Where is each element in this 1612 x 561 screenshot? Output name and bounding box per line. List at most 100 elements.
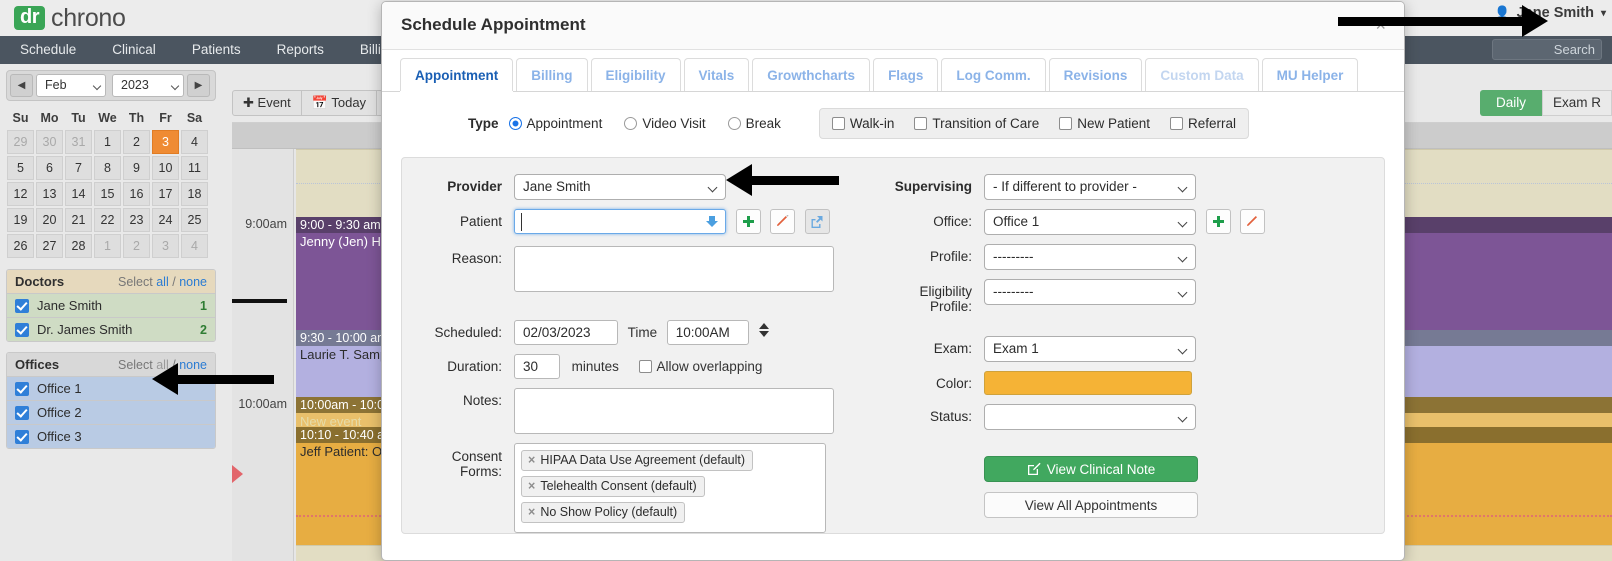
offices-select-all[interactable]: all: [156, 358, 169, 372]
offices-select-none[interactable]: none: [179, 358, 207, 372]
mini-calendar-day[interactable]: 31: [65, 130, 92, 154]
office-row[interactable]: Office 2: [7, 400, 215, 424]
nav-item-schedule[interactable]: Schedule: [0, 36, 94, 64]
checkbox-walk-in[interactable]: Walk-in: [831, 116, 894, 131]
mini-calendar-day[interactable]: 4: [181, 234, 208, 258]
add-office-button[interactable]: [1205, 209, 1231, 234]
profile-select[interactable]: ---------: [984, 244, 1196, 270]
mini-calendar-day[interactable]: 12: [7, 182, 34, 206]
mini-calendar-day[interactable]: 21: [65, 208, 92, 232]
mini-calendar-day[interactable]: 7: [65, 156, 92, 180]
checkbox-icon[interactable]: [15, 405, 29, 420]
consent-forms-tagbox[interactable]: × HIPAA Data Use Agreement (default) × Tele…: [514, 443, 826, 533]
mini-calendar-day[interactable]: 25: [181, 208, 208, 232]
checkbox-new-patient[interactable]: New Patient: [1059, 116, 1150, 131]
mini-calendar-day[interactable]: 22: [94, 208, 121, 232]
doctor-row[interactable]: Dr. James Smith 2: [7, 317, 215, 341]
consent-form-tag[interactable]: × Telehealth Consent (default): [521, 476, 705, 497]
patient-input[interactable]: [514, 209, 726, 234]
tab-revisions[interactable]: Revisions: [1048, 58, 1143, 91]
office-row[interactable]: Office 3: [7, 424, 215, 448]
mini-calendar-day[interactable]: 29: [7, 130, 34, 154]
mini-calendar-day[interactable]: 9: [123, 156, 150, 180]
close-icon[interactable]: ×: [1375, 16, 1386, 34]
drchrono-logo[interactable]: dr chrono: [14, 4, 126, 33]
mini-calendar-day[interactable]: 1: [94, 234, 121, 258]
mini-calendar-day[interactable]: 16: [123, 182, 150, 206]
add-patient-button[interactable]: [735, 209, 761, 234]
mini-calendar-day[interactable]: 5: [7, 156, 34, 180]
mini-calendar-day[interactable]: 20: [36, 208, 63, 232]
mini-calendar-day[interactable]: 23: [123, 208, 150, 232]
view-all-appointments-button[interactable]: View All Appointments: [984, 492, 1198, 518]
eligibility-profile-select[interactable]: ---------: [984, 279, 1196, 305]
remove-tag-icon[interactable]: ×: [528, 479, 535, 493]
nav-item-clinical[interactable]: Clinical: [94, 36, 174, 64]
remove-tag-icon[interactable]: ×: [528, 453, 535, 467]
tab-mu-helper[interactable]: MU Helper: [1261, 58, 1359, 91]
mini-calendar-day[interactable]: 2: [123, 130, 150, 154]
mini-calendar-day-selected[interactable]: 3: [152, 130, 179, 154]
provider-select[interactable]: Jane Smith: [514, 174, 726, 200]
doctors-select-all[interactable]: all: [156, 275, 169, 289]
duration-input[interactable]: 30: [514, 354, 560, 379]
dropdown-arrow-icon[interactable]: [705, 215, 719, 229]
checkbox-transition-of-care[interactable]: Transition of Care: [914, 116, 1039, 131]
mini-calendar-day[interactable]: 2: [123, 234, 150, 258]
mini-calendar-day[interactable]: 28: [65, 234, 92, 258]
nav-item-reports[interactable]: Reports: [259, 36, 342, 64]
notes-textarea[interactable]: [514, 388, 834, 434]
mini-calendar-day[interactable]: 10: [152, 156, 179, 180]
year-select[interactable]: 2023: [112, 74, 184, 97]
mini-calendar-day[interactable]: 26: [7, 234, 34, 258]
next-month-button[interactable]: ▶: [187, 74, 210, 97]
view-tab-daily[interactable]: Daily: [1479, 90, 1542, 116]
mini-calendar-day[interactable]: 30: [36, 130, 63, 154]
search-input[interactable]: Search: [1492, 39, 1602, 60]
status-select[interactable]: [984, 404, 1196, 430]
color-swatch[interactable]: [984, 371, 1192, 395]
office-select[interactable]: Office 1: [984, 209, 1196, 235]
time-input[interactable]: 10:00AM: [666, 320, 749, 345]
scheduled-date-input[interactable]: 02/03/2023: [514, 320, 618, 345]
stepper-down-icon[interactable]: [759, 331, 770, 337]
mini-calendar-day[interactable]: 27: [36, 234, 63, 258]
mini-calendar-day[interactable]: 17: [152, 182, 179, 206]
mini-calendar-day[interactable]: 8: [94, 156, 121, 180]
mini-calendar-day[interactable]: 11: [181, 156, 208, 180]
user-menu[interactable]: 👤 Jane Smith ▾: [1494, 5, 1606, 21]
nav-item-patients[interactable]: Patients: [174, 36, 259, 64]
mini-calendar-day[interactable]: 13: [36, 182, 63, 206]
office-row[interactable]: Office 1: [7, 376, 215, 400]
mini-calendar-day[interactable]: 6: [36, 156, 63, 180]
tab-billing[interactable]: Billing: [516, 58, 588, 91]
consent-form-tag[interactable]: × HIPAA Data Use Agreement (default): [521, 450, 754, 471]
doctor-row[interactable]: Jane Smith 1: [7, 293, 215, 317]
radio-break[interactable]: Break: [727, 116, 781, 131]
tab-log-comm[interactable]: Log Comm.: [941, 58, 1046, 91]
mini-calendar-day[interactable]: 24: [152, 208, 179, 232]
radio-video-visit[interactable]: Video Visit: [624, 116, 706, 131]
open-patient-chart-button[interactable]: [804, 209, 830, 234]
checkbox-referral[interactable]: Referral: [1170, 116, 1236, 131]
view-clinical-note-button[interactable]: View Clinical Note: [984, 456, 1198, 482]
edit-patient-button[interactable]: [770, 209, 796, 234]
tab-flags[interactable]: Flags: [873, 58, 939, 91]
mini-calendar-day[interactable]: 14: [65, 182, 92, 206]
month-select[interactable]: Feb: [36, 74, 106, 97]
doctors-select-none[interactable]: none: [179, 275, 207, 289]
today-button[interactable]: 📅 Today: [300, 90, 378, 116]
time-stepper[interactable]: [759, 320, 771, 337]
radio-appointment[interactable]: Appointment: [508, 116, 602, 131]
mini-calendar-day[interactable]: 18: [181, 182, 208, 206]
checkbox-icon[interactable]: [15, 322, 29, 337]
tab-custom-data[interactable]: Custom Data: [1145, 58, 1259, 91]
tab-vitals[interactable]: Vitals: [683, 58, 750, 91]
reason-textarea[interactable]: [514, 246, 834, 292]
tab-appointment[interactable]: Appointment: [400, 58, 514, 91]
mini-calendar-day[interactable]: 4: [181, 130, 208, 154]
remove-tag-icon[interactable]: ×: [528, 505, 535, 519]
view-tab-exam-room[interactable]: Exam R: [1541, 90, 1612, 116]
tab-eligibility[interactable]: Eligibility: [590, 58, 681, 91]
mini-calendar-day[interactable]: 19: [7, 208, 34, 232]
